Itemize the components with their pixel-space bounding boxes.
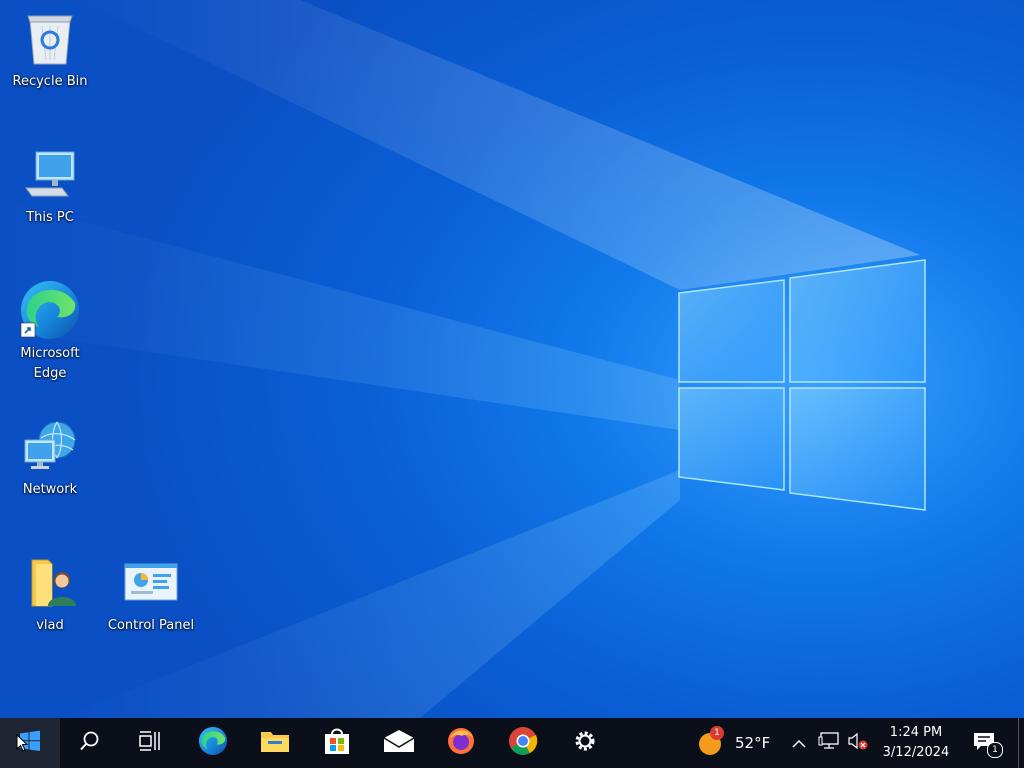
this-pc-icon (18, 142, 82, 206)
chrome-icon (508, 726, 538, 760)
volume-muted-icon (847, 732, 869, 754)
microsoft-store-icon (322, 726, 352, 760)
network-status-icon (818, 732, 840, 754)
edge-icon (198, 726, 228, 760)
control-panel-icon (119, 550, 183, 614)
taskbar-microsoft-store[interactable] (308, 718, 366, 768)
start-button[interactable] (0, 718, 60, 768)
mouse-cursor-icon (16, 733, 29, 756)
desktop-icon-control-panel[interactable]: Control Panel (106, 550, 196, 636)
windows-logo-wallpaper (676, 257, 928, 513)
taskbar-firefox[interactable] (432, 718, 490, 768)
user-folder-icon (18, 550, 82, 614)
task-view-button[interactable] (121, 718, 179, 768)
desktop-icon-recycle-bin[interactable]: Recycle Bin (5, 6, 95, 92)
firefox-icon (446, 726, 476, 760)
taskbar: 1 52°F 1:24 PM 3/12/2024 1 (0, 718, 1024, 768)
clock-time: 1:24 PM (889, 725, 943, 740)
network-status-button[interactable] (817, 718, 841, 768)
search-button[interactable] (61, 718, 119, 768)
edge-icon (18, 278, 82, 342)
show-desktop-button[interactable] (1018, 718, 1024, 768)
taskbar-chrome[interactable] (494, 718, 552, 768)
mail-icon (383, 729, 415, 757)
desktop-icon-microsoft-edge[interactable]: Microsoft Edge (5, 278, 95, 384)
show-hidden-icons-chevron (791, 734, 807, 753)
taskbar-edge[interactable] (184, 718, 242, 768)
volume-button[interactable] (846, 718, 870, 768)
taskbar-file-explorer[interactable] (246, 718, 304, 768)
notification-badge: 1 (987, 742, 1003, 758)
notification-icon: 1 (973, 730, 1003, 758)
weather-badge: 1 (710, 726, 724, 740)
settings-icon (572, 728, 598, 758)
desktop-icon-network[interactable]: Network (5, 414, 95, 500)
network-icon (18, 414, 82, 478)
desktop-icon-vlad[interactable]: vlad (5, 550, 95, 636)
notification-center-button[interactable]: 1 (966, 718, 1006, 768)
weather-temperature: 52°F (735, 734, 771, 752)
recycle-bin-icon (18, 6, 82, 70)
search-icon (79, 730, 101, 756)
weather-widget[interactable]: 1 52°F (692, 718, 782, 768)
taskbar-settings[interactable] (556, 718, 614, 768)
taskbar-mail[interactable] (370, 718, 428, 768)
clock[interactable]: 1:24 PM 3/12/2024 (872, 723, 960, 763)
file-explorer-icon (260, 728, 290, 758)
show-hidden-icons-button[interactable] (789, 718, 809, 768)
clock-date: 3/12/2024 (882, 745, 950, 760)
task-view-icon (138, 730, 162, 756)
desktop-icon-this-pc[interactable]: This PC (5, 142, 95, 228)
desktop: Recycle Bin This PC Microsoft Edge Netwo… (0, 0, 1024, 718)
